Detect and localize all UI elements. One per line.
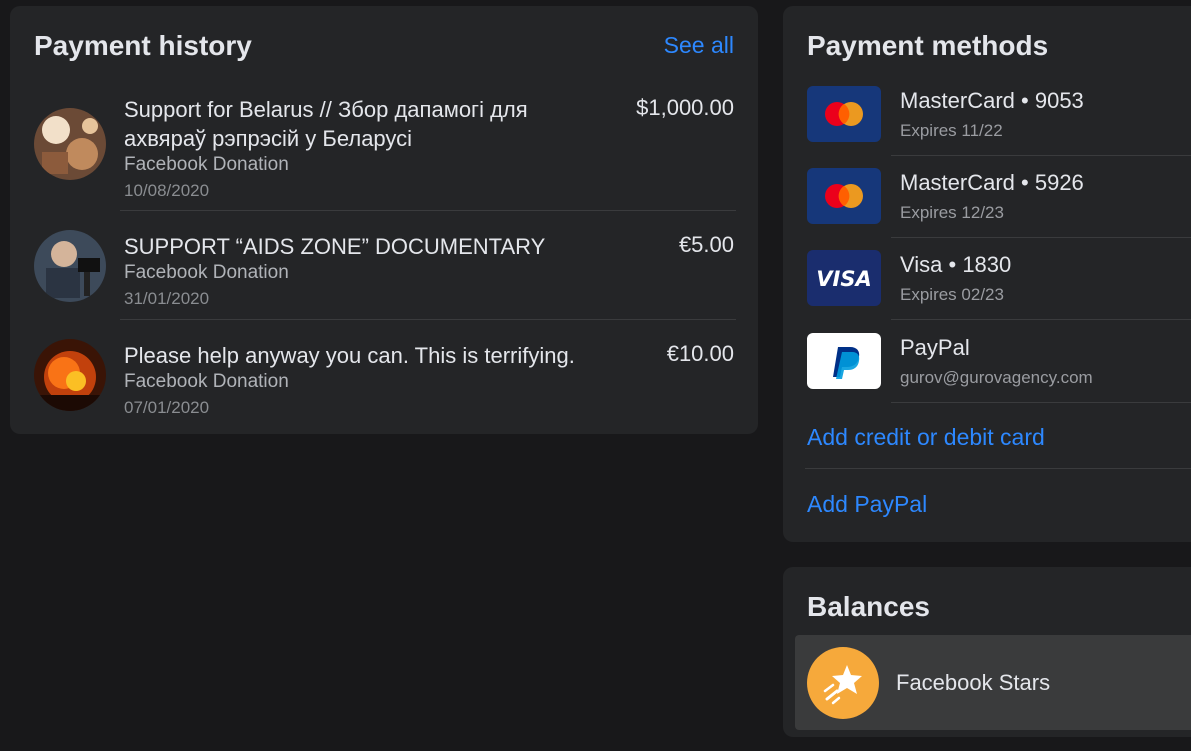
payment-history-item[interactable]: SUPPORT “AIDS ZONE” DOCUMENTARY €5.00 Fa… [10, 211, 758, 321]
balances-card: Balances Facebook Stars [783, 567, 1191, 737]
divider [805, 468, 1191, 469]
payment-date: 31/01/2020 [124, 289, 210, 308]
payment-source: Facebook Donation [124, 262, 289, 283]
payment-title: Please help anyway you can. This is terr… [124, 343, 575, 368]
payment-source: Facebook Donation [124, 154, 289, 175]
payment-title: Support for Belarus // Збор дапамогі для… [124, 97, 528, 151]
payment-history-item[interactable]: Support for Belarus // Збор дапамогі для… [10, 92, 758, 212]
payment-date: 07/01/2020 [124, 398, 210, 417]
payment-amount: $1,000.00 [636, 95, 734, 120]
payment-history-card: Payment history See all Support for Bela… [10, 6, 758, 434]
payment-source: Facebook Donation [124, 371, 289, 392]
see-all-link[interactable]: See all [664, 32, 734, 59]
add-paypal-link[interactable]: Add PayPal [807, 491, 927, 518]
payment-amount: €10.00 [666, 341, 734, 366]
star-icon [807, 647, 879, 719]
payment-title: SUPPORT “AIDS ZONE” DOCUMENTARY [124, 234, 546, 259]
mastercard-icon [807, 86, 881, 142]
balances-title: Balances [807, 591, 930, 622]
divider [891, 237, 1191, 238]
payment-method-expiry: Expires 11/22 [900, 121, 1003, 140]
divider [891, 155, 1191, 156]
payment-methods-card: Payment methods MasterCard • 9053 Expire… [783, 6, 1191, 542]
payment-methods-title: Payment methods [807, 30, 1049, 61]
payment-history-item[interactable]: Please help anyway you can. This is terr… [10, 320, 758, 430]
payment-history-title: Payment history [34, 30, 252, 61]
mastercard-icon [807, 168, 881, 224]
visa-icon: VISA [807, 250, 881, 306]
donation-avatar [34, 108, 106, 180]
paypal-icon [807, 333, 881, 389]
payment-method-name: PayPal [900, 335, 970, 360]
payment-method-email: gurov@gurovagency.com [900, 368, 1093, 387]
facebook-stars-row[interactable]: Facebook Stars [795, 635, 1191, 730]
payment-method-expiry: Expires 02/23 [900, 285, 1004, 304]
payment-method-name: Visa • 1830 [900, 252, 1012, 277]
add-card-link[interactable]: Add credit or debit card [807, 424, 1045, 451]
divider [891, 319, 1191, 320]
donation-avatar [34, 230, 106, 302]
visa-logo-text: VISA [816, 267, 871, 291]
payment-method-expiry: Expires 12/23 [900, 203, 1004, 222]
payment-amount: €5.00 [678, 232, 734, 257]
donation-avatar [34, 339, 106, 411]
payment-method-name: MasterCard • 5926 [900, 170, 1084, 195]
payment-date: 10/08/2020 [124, 181, 210, 200]
payment-method-name: MasterCard • 9053 [900, 88, 1084, 113]
divider [891, 402, 1191, 403]
facebook-stars-label: Facebook Stars [896, 670, 1051, 695]
